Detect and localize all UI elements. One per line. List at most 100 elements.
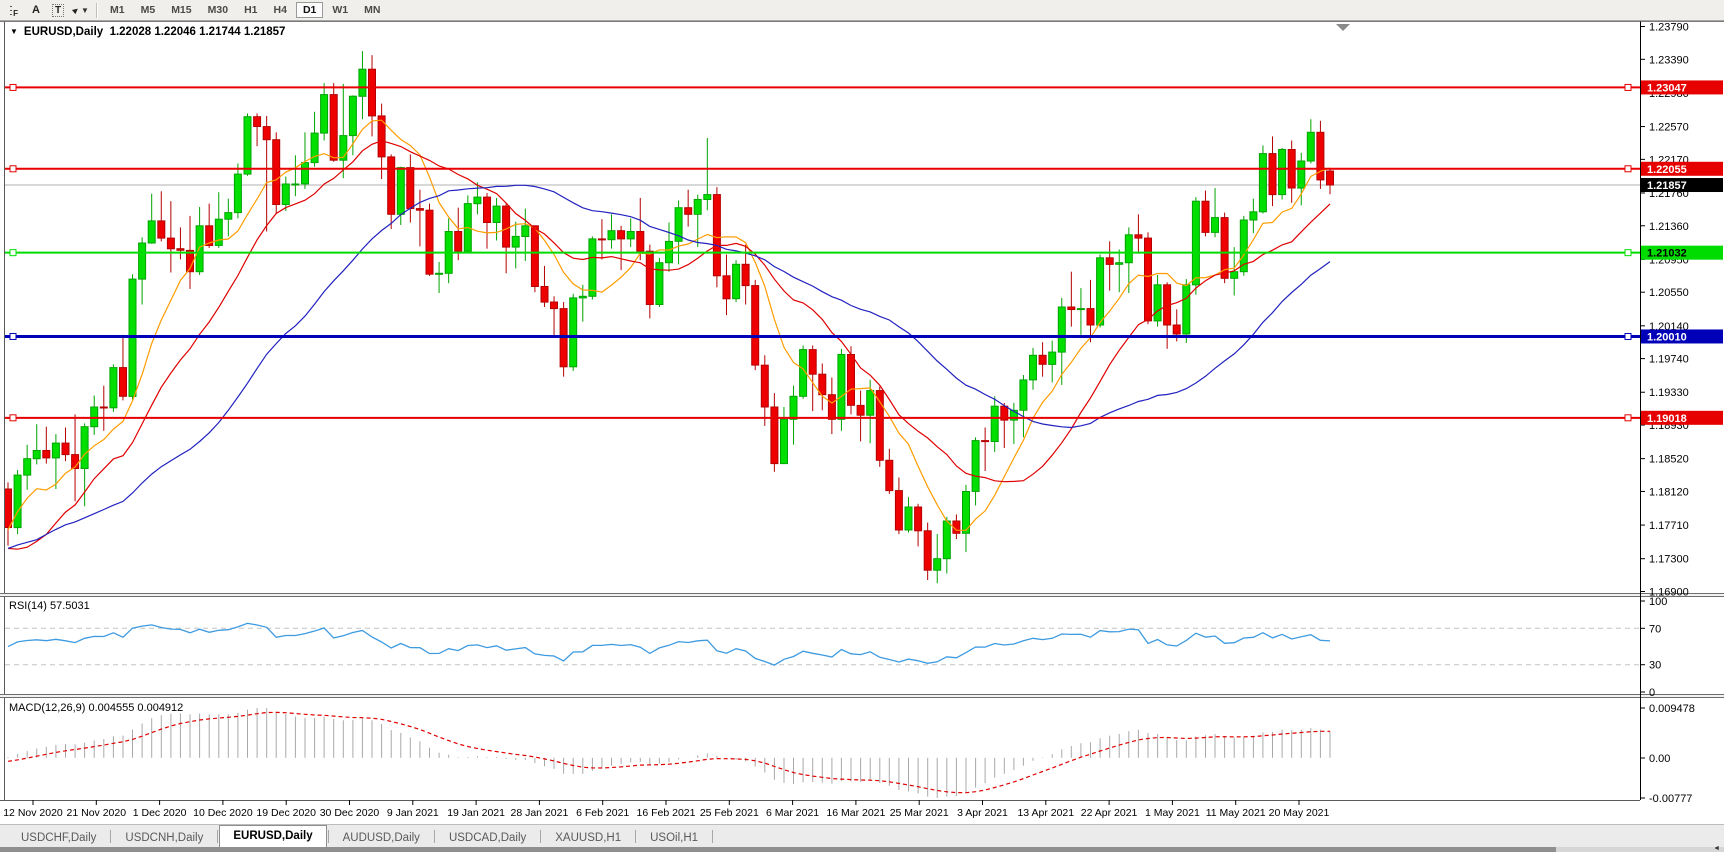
timeframe-button-d1[interactable]: D1 bbox=[295, 2, 324, 18]
text-tool-button[interactable]: T bbox=[47, 2, 69, 19]
candle-body bbox=[827, 394, 836, 420]
horizontal-scrollbar[interactable]: ◄ bbox=[0, 845, 1724, 852]
candle-body bbox=[808, 349, 817, 375]
candle-body bbox=[1134, 234, 1143, 239]
fibonacci-icon-letter: F bbox=[13, 8, 18, 18]
candle-body bbox=[157, 220, 166, 239]
hline-anchor[interactable] bbox=[9, 83, 17, 91]
candle-body bbox=[1076, 308, 1085, 311]
symbol-tab-eurusd[interactable]: EURUSD,Daily bbox=[219, 825, 327, 848]
symbol-tab-xauusd[interactable]: XAUUSD,H1 bbox=[542, 829, 634, 848]
hline-anchor[interactable] bbox=[1624, 165, 1632, 173]
collapse-chart-icon[interactable]: ▼ bbox=[10, 27, 18, 36]
date-axis-label: 21 Nov 2020 bbox=[67, 807, 127, 819]
hline-anchor[interactable] bbox=[1624, 83, 1632, 91]
tab-divider bbox=[635, 830, 637, 843]
candle-body bbox=[847, 354, 855, 406]
candle-body bbox=[42, 450, 51, 459]
rsi-line bbox=[7, 622, 1331, 666]
symbol-tab-audusd[interactable]: AUDUSD,Daily bbox=[330, 829, 433, 848]
timeframe-button-m15[interactable]: M15 bbox=[164, 2, 198, 18]
candle-body bbox=[1182, 284, 1191, 335]
tab-divider bbox=[110, 830, 112, 843]
candle-body bbox=[1230, 271, 1239, 279]
moving-average-ma-mid[interactable] bbox=[7, 140, 1331, 550]
candle-body bbox=[1306, 131, 1315, 162]
candle-body bbox=[406, 167, 415, 210]
price-axis-label: 1.19740 bbox=[1649, 354, 1689, 366]
date-axis-label: 10 Dec 2020 bbox=[193, 807, 253, 819]
svg-text:1.19018: 1.19018 bbox=[1647, 413, 1687, 425]
svg-text:1.21032: 1.21032 bbox=[1647, 248, 1687, 260]
candle-body bbox=[23, 458, 32, 476]
timeframe-button-w1[interactable]: W1 bbox=[325, 2, 355, 18]
chevron-down-icon[interactable]: ▼ bbox=[81, 6, 89, 15]
candle-body bbox=[272, 139, 281, 205]
date-axis-label: 16 Mar 2021 bbox=[826, 807, 885, 819]
hline-anchor[interactable] bbox=[1624, 249, 1632, 257]
candle-body bbox=[166, 237, 175, 250]
macd-indicator-label: MACD(12,26,9) 0.004555 0.004912 bbox=[9, 702, 184, 714]
candle-body bbox=[1029, 354, 1037, 381]
candle-body bbox=[636, 231, 645, 252]
price-axis-label: 1.17300 bbox=[1649, 554, 1689, 566]
candle-body bbox=[1258, 153, 1267, 213]
hline-anchor[interactable] bbox=[1624, 414, 1632, 422]
candle-body bbox=[176, 248, 185, 251]
candle-body bbox=[147, 220, 156, 244]
fibonacci-tool-button[interactable]: F bbox=[3, 2, 25, 19]
hline-anchor[interactable] bbox=[9, 332, 17, 340]
arrow-tools-button[interactable]: ► ▼ bbox=[69, 2, 91, 19]
hline-anchor[interactable] bbox=[1624, 332, 1632, 340]
symbol-tab-usoil[interactable]: USOil,H1 bbox=[637, 829, 711, 848]
candle-body bbox=[904, 506, 913, 531]
date-axis-label: 12 Nov 2020 bbox=[3, 807, 63, 819]
chart-title: ▼ EURUSD,Daily 1.22028 1.22046 1.21744 1.… bbox=[10, 26, 285, 38]
timeframe-button-mn[interactable]: MN bbox=[357, 2, 387, 18]
price-axis-label: 1.22570 bbox=[1649, 122, 1689, 134]
svg-text:1.21857: 1.21857 bbox=[1647, 180, 1687, 192]
symbol-tab-usdchf[interactable]: USDCHF,Daily bbox=[8, 829, 109, 848]
timeframe-button-m5[interactable]: M5 bbox=[134, 2, 163, 18]
timeframe-button-h4[interactable]: H4 bbox=[267, 2, 294, 18]
candle-body bbox=[1105, 257, 1114, 265]
scrollbar-left-arrow-icon[interactable]: ◄ bbox=[1713, 845, 1720, 852]
timeframe-button-h1[interactable]: H1 bbox=[237, 2, 264, 18]
candle-body bbox=[1297, 160, 1306, 189]
candle-body bbox=[1086, 308, 1095, 326]
timeframe-button-m1[interactable]: M1 bbox=[103, 2, 132, 18]
svg-text:1.23047: 1.23047 bbox=[1647, 82, 1687, 94]
candle-body bbox=[1019, 379, 1028, 411]
chart-canvas[interactable]: 1.237901.233901.229801.225701.221701.217… bbox=[0, 0, 1724, 852]
price-axis-label: 1.23390 bbox=[1649, 54, 1689, 66]
candle-body bbox=[588, 238, 597, 297]
hline-anchor[interactable] bbox=[9, 249, 17, 257]
hline-anchor[interactable] bbox=[9, 165, 17, 173]
symbol-tab-usdcnh[interactable]: USDCNH,Daily bbox=[112, 829, 216, 848]
candle-body bbox=[301, 162, 309, 185]
date-axis-label: 6 Mar 2021 bbox=[766, 807, 819, 819]
candle-body bbox=[684, 207, 693, 215]
candle-body bbox=[1096, 257, 1105, 326]
candle-body bbox=[415, 208, 424, 211]
tab-divider bbox=[217, 830, 219, 843]
candle-body bbox=[483, 196, 491, 224]
rsi-axis-label: 100 bbox=[1649, 596, 1667, 608]
date-axis-label: 1 Dec 2020 bbox=[133, 807, 187, 819]
date-axis-label: 25 Feb 2021 bbox=[700, 807, 759, 819]
price-axis-label: 1.23790 bbox=[1649, 22, 1689, 34]
candle-body bbox=[80, 426, 89, 470]
timeframe-button-m30[interactable]: M30 bbox=[201, 2, 235, 18]
candle-body bbox=[732, 263, 741, 300]
candle-body bbox=[626, 231, 635, 240]
text-label-tool-button[interactable]: A bbox=[25, 2, 47, 19]
text-label-icon: A bbox=[32, 4, 40, 16]
scrollbar-thumb[interactable] bbox=[0, 847, 1556, 852]
chart-shift-marker-icon bbox=[1336, 24, 1350, 31]
candle-body bbox=[770, 406, 779, 465]
candle-body bbox=[4, 488, 12, 528]
symbol-tab-usdcad[interactable]: USDCAD,Daily bbox=[436, 829, 539, 848]
hline-anchor[interactable] bbox=[9, 414, 17, 422]
candle-body bbox=[607, 230, 616, 241]
candle-body bbox=[329, 94, 338, 161]
